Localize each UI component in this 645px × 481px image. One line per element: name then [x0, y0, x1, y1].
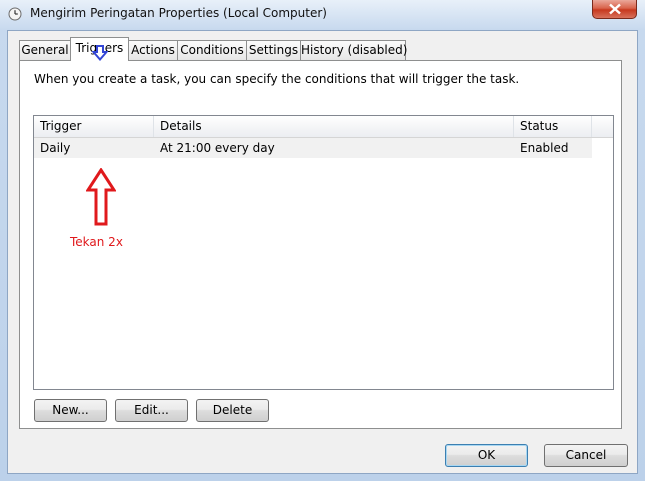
details-cell: At 21:00 every day	[160, 141, 275, 155]
clock-icon	[8, 7, 22, 21]
status-cell: Enabled	[520, 141, 569, 155]
window-title: Mengirim Peringatan Properties (Local Co…	[30, 6, 327, 20]
tab-settings[interactable]: Settings	[246, 40, 301, 60]
title-bar[interactable]: Mengirim Peringatan Properties (Local Co…	[0, 0, 645, 30]
dialog-client-area: General Triggers Actions Conditions Sett…	[7, 30, 638, 474]
cancel-button[interactable]: Cancel	[544, 444, 628, 467]
tab-general[interactable]: General	[19, 40, 71, 60]
triggers-tab-panel: When you create a task, you can specify …	[19, 60, 622, 429]
column-header-trigger[interactable]: Trigger	[34, 116, 154, 137]
annotation-text: Tekan 2x	[70, 235, 123, 249]
column-header-status[interactable]: Status	[514, 116, 592, 137]
delete-button[interactable]: Delete	[196, 399, 269, 422]
new-button[interactable]: New...	[34, 399, 107, 422]
table-row[interactable]: Daily At 21:00 every day Enabled	[34, 138, 592, 158]
column-header-details[interactable]: Details	[154, 116, 514, 137]
triggers-description: When you create a task, you can specify …	[34, 72, 520, 86]
close-button[interactable]	[592, 0, 637, 19]
ok-button[interactable]: OK	[445, 444, 528, 467]
up-arrow-annotation-icon	[86, 168, 116, 226]
trigger-cell: Daily	[40, 141, 71, 155]
tab-conditions[interactable]: Conditions	[177, 40, 247, 60]
edit-button[interactable]: Edit...	[115, 399, 188, 422]
close-icon	[609, 3, 621, 15]
triggers-list[interactable]: Trigger Details Status Daily At 21:00 ev…	[33, 115, 614, 390]
tab-actions[interactable]: Actions	[128, 40, 178, 60]
tab-history[interactable]: History (disabled)	[300, 40, 407, 60]
down-arrow-annotation-icon	[92, 45, 108, 61]
properties-window: Mengirim Peringatan Properties (Local Co…	[0, 0, 645, 481]
list-header: Trigger Details Status	[34, 116, 613, 138]
